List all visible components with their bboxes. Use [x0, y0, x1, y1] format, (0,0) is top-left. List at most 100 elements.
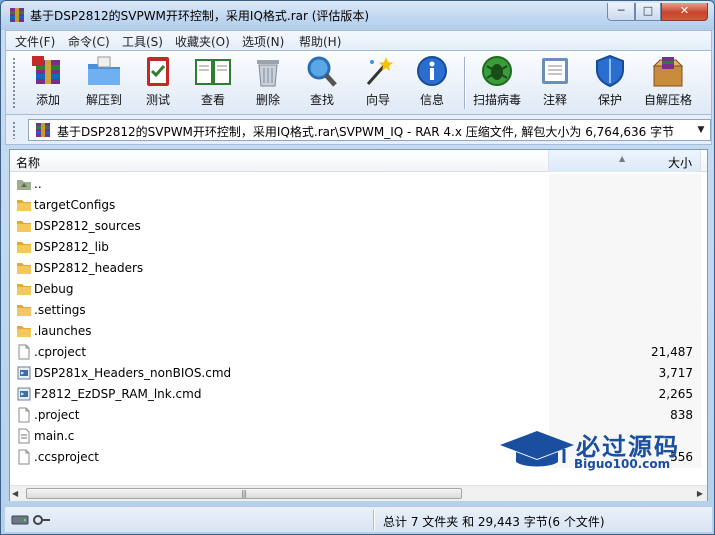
status-bar: 总计 7 文件夹 和 29,443 字节(6 个文件) [5, 506, 712, 532]
column-header-name[interactable]: 名称 [10, 150, 549, 172]
wizard-label: 向导 [365, 93, 390, 107]
file-row[interactable]: DSP281x_Headers_nonBIOS.cmd 3,717 [10, 363, 707, 384]
info-button[interactable]: 信息 [404, 54, 460, 112]
find-button[interactable]: 查找 [294, 54, 350, 112]
file-row[interactable]: .cproject 21,487 [10, 342, 707, 363]
file-size: 2,265 [658, 387, 693, 401]
menu-options[interactable]: 选项(N) [242, 33, 284, 50]
file-name: .settings [34, 303, 86, 317]
minimize-button[interactable]: ─ [607, 3, 635, 21]
sfx-button[interactable]: 自解压格 [640, 54, 696, 112]
extract-to-label: 解压到 [85, 93, 122, 107]
folder-icon [17, 242, 31, 253]
menu-favorites[interactable]: 收藏夹(O) [175, 33, 230, 50]
file-row[interactable]: .project 838 [10, 405, 707, 426]
view-button[interactable]: 查看 [185, 54, 241, 112]
file-name: main.c [34, 429, 75, 443]
c-source-file-icon [18, 428, 30, 444]
protect-button[interactable]: 保护 [582, 54, 638, 112]
size-cell-background [549, 258, 701, 279]
file-row[interactable]: .launches [10, 321, 707, 342]
size-cell-background [549, 279, 701, 300]
file-name: .cproject [34, 345, 87, 359]
parent-folder-icon [17, 180, 31, 190]
file-size: 838 [670, 408, 693, 422]
wizard-button[interactable]: 向导 [350, 54, 406, 112]
winrar-window: 基于DSP2812的SVPWM开环控制，采用IQ格式.rar (评估版本) ─ … [0, 0, 715, 535]
folder-icon [17, 263, 31, 274]
virus-scan-icon [482, 56, 512, 86]
file-size: 3,717 [658, 366, 693, 380]
file-row[interactable]: DSP2812_lib [10, 237, 707, 258]
file-row[interactable]: .settings [10, 300, 707, 321]
folder-icon [17, 284, 31, 295]
scroll-left-arrow[interactable]: ◀ [12, 489, 18, 498]
protect-label: 保护 [597, 93, 622, 107]
shield-icon [596, 54, 624, 88]
maximize-button[interactable]: □ [635, 3, 661, 21]
folder-icon [17, 221, 31, 232]
size-cell-background [549, 300, 701, 321]
title-bar[interactable]: 基于DSP2812的SVPWM开环控制，采用IQ格式.rar (评估版本) ─ … [1, 1, 714, 30]
toolbar: 添加 解压到 测试 查看 删除 查找 向导 信息 扫描病毒 注释 保护 自解压格 [5, 51, 712, 115]
sfx-label: 自解压格 [643, 93, 692, 107]
view-book-icon [195, 59, 231, 85]
menu-tools[interactable]: 工具(S) [122, 33, 163, 50]
menu-file[interactable]: 文件(F) [15, 33, 55, 50]
size-cell-background [549, 321, 701, 342]
address-dropdown-button[interactable]: ▼ [694, 122, 708, 138]
file-name: DSP281x_Headers_nonBIOS.cmd [34, 366, 232, 380]
address-path: 基于DSP2812的SVPWM开环控制，采用IQ格式.rar\SVPWM_IQ … [57, 125, 675, 139]
folder-icon [17, 305, 31, 316]
size-cell-background [549, 195, 701, 216]
winrar-app-icon[interactable] [9, 7, 25, 23]
scroll-right-arrow[interactable]: ▶ [697, 489, 703, 498]
extract-to-button[interactable]: 解压到 [76, 54, 132, 112]
sfx-box-icon [652, 57, 684, 87]
horizontal-scrollbar[interactable]: ◀ ||| ▶ [10, 485, 707, 501]
menu-help[interactable]: 帮助(H) [299, 33, 341, 50]
info-label: 信息 [419, 93, 444, 107]
file-row[interactable]: .. [10, 174, 707, 195]
watermark: 必过源码 Biguo100.com [498, 427, 703, 477]
add-label: 添加 [35, 93, 60, 107]
file-row[interactable]: targetConfigs [10, 195, 707, 216]
scroll-thumb[interactable]: ||| [26, 488, 462, 499]
address-grip[interactable] [12, 121, 16, 139]
file-row[interactable]: DSP2812_sources [10, 216, 707, 237]
comment-button[interactable]: 注释 [527, 54, 583, 112]
toolbar-grip[interactable] [12, 57, 16, 109]
menu-bar: 文件(F) 命令(C) 工具(S) 收藏夹(O) 选项(N) 帮助(H) [5, 30, 712, 51]
add-archive-icon [32, 56, 60, 84]
file-name: .project [34, 408, 80, 422]
drive-key-icon[interactable] [11, 513, 51, 527]
status-summary: 总计 7 文件夹 和 29,443 字节(6 个文件) [383, 515, 605, 529]
file-row[interactable]: F2812_EzDSP_RAM_lnk.cmd 2,265 [10, 384, 707, 405]
delete-button[interactable]: 删除 [240, 54, 296, 112]
file-name: DSP2812_sources [34, 219, 141, 233]
column-header-size[interactable]: ▲ 大小 [549, 150, 701, 172]
folder-icon [17, 326, 31, 337]
file-row[interactable]: Debug [10, 279, 707, 300]
file-row[interactable]: DSP2812_headers [10, 258, 707, 279]
list-header: 名称 ▲ 大小 [10, 150, 707, 172]
comment-icon [542, 58, 568, 84]
scan-virus-button[interactable]: 扫描病毒 [469, 54, 525, 112]
cmd-file-icon [17, 366, 31, 380]
file-name: .. [34, 177, 42, 191]
test-button[interactable]: 测试 [130, 54, 186, 112]
test-label: 测试 [145, 93, 170, 107]
comment-label: 注释 [542, 93, 567, 107]
scan-virus-label: 扫描病毒 [472, 93, 521, 107]
address-field[interactable]: 基于DSP2812的SVPWM开环控制，采用IQ格式.rar\SVPWM_IQ … [28, 119, 711, 141]
add-button[interactable]: 添加 [20, 54, 76, 112]
file-name: Debug [34, 282, 74, 296]
wizard-wand-icon [366, 57, 393, 85]
watermark-subtitle: Biguo100.com [574, 457, 671, 471]
column-size-label: 大小 [667, 156, 692, 170]
close-button[interactable]: ✕ [661, 3, 708, 21]
file-icon [18, 449, 30, 465]
find-label: 查找 [309, 93, 334, 107]
search-icon [307, 56, 337, 87]
menu-commands[interactable]: 命令(C) [68, 33, 110, 50]
